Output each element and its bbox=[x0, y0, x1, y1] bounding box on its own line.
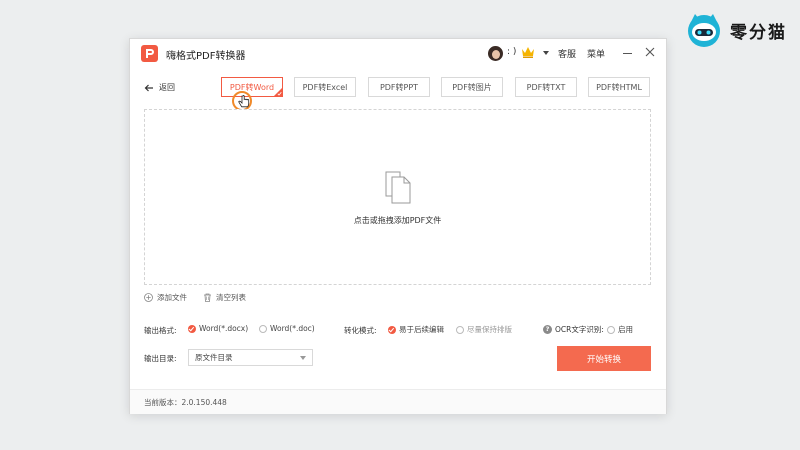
app-title: 嗨格式PDF转换器 bbox=[166, 51, 246, 62]
add-file-button[interactable]: 添加文件 bbox=[144, 292, 187, 303]
radio-checked-icon bbox=[388, 325, 396, 334]
help-icon[interactable]: ? bbox=[543, 325, 552, 334]
tab-label: PDF转Excel bbox=[302, 82, 348, 92]
radio-unchecked-icon bbox=[259, 324, 267, 333]
crown-icon[interactable] bbox=[521, 45, 535, 59]
radio-unchecked-icon bbox=[456, 325, 464, 334]
output-format-label: 输出格式: bbox=[144, 326, 177, 335]
version-text: 当前版本：2.0.150.448 bbox=[144, 398, 227, 407]
tab-label: PDF转TXT bbox=[526, 82, 566, 92]
close-button[interactable] bbox=[645, 47, 655, 57]
conversion-mode-label: 转化模式: bbox=[344, 326, 377, 335]
ocr-label: OCR文字识别: bbox=[555, 325, 604, 334]
ocr-label-group: ? OCR文字识别: bbox=[543, 324, 604, 335]
tab-label: PDF转PPT bbox=[379, 82, 419, 92]
add-file-label: 添加文件 bbox=[157, 293, 187, 302]
user-dropdown-icon[interactable] bbox=[543, 51, 549, 55]
arrow-left-icon bbox=[144, 84, 153, 91]
file-drop-zone[interactable]: 点击或拖拽添加PDF文件 bbox=[144, 109, 651, 285]
footer: 当前版本：2.0.150.448 bbox=[130, 389, 666, 414]
minimize-button[interactable] bbox=[623, 53, 632, 54]
user-avatar[interactable] bbox=[488, 46, 503, 61]
radio-unchecked-icon bbox=[607, 325, 615, 334]
tab-label: PDF转Word bbox=[229, 82, 275, 92]
mode-option-editable[interactable]: 易于后续编辑 bbox=[388, 324, 444, 335]
mode-option-label: 易于后续编辑 bbox=[399, 325, 444, 334]
back-button[interactable]: 返回 bbox=[144, 82, 175, 93]
format-option-doc[interactable]: Word(*.doc) bbox=[259, 324, 315, 333]
clear-list-button[interactable]: 清空列表 bbox=[203, 292, 246, 303]
back-label: 返回 bbox=[159, 83, 175, 92]
user-status: : ) bbox=[507, 47, 517, 57]
app-window: 嗨格式PDF转换器 : ) 客服 菜单 返回 PDF转Word PDF转Exce… bbox=[129, 38, 667, 414]
tab-pdf-to-excel[interactable]: PDF转Excel bbox=[294, 77, 356, 97]
tab-label: PDF转图片 bbox=[452, 82, 492, 92]
hand-cursor-icon bbox=[238, 95, 250, 108]
mode-option-keep-layout[interactable]: 尽量保持排版 bbox=[456, 324, 512, 335]
files-icon bbox=[385, 171, 411, 204]
menu-button[interactable]: 菜单 bbox=[587, 47, 605, 60]
tab-pdf-to-image[interactable]: PDF转图片 bbox=[441, 77, 503, 97]
cat-robot-icon bbox=[688, 14, 720, 47]
radio-checked-icon bbox=[188, 324, 196, 333]
output-dir-select[interactable]: 原文件目录 bbox=[188, 349, 313, 366]
check-icon bbox=[277, 91, 282, 96]
chevron-down-icon bbox=[300, 356, 306, 360]
trash-icon bbox=[204, 293, 211, 302]
tab-label: PDF转HTML bbox=[596, 82, 642, 92]
ocr-enable-label: 启用 bbox=[618, 325, 633, 334]
watermark: 零分猫 bbox=[686, 12, 787, 48]
customer-service-button[interactable]: 客服 bbox=[558, 47, 576, 60]
drop-zone-text: 点击或拖拽添加PDF文件 bbox=[353, 216, 442, 225]
output-dir-value: 原文件目录 bbox=[195, 353, 233, 362]
format-option-label: Word(*.doc) bbox=[270, 324, 315, 333]
mode-option-label: 尽量保持排版 bbox=[467, 325, 512, 334]
format-option-docx[interactable]: Word(*.docx) bbox=[188, 324, 248, 333]
clear-list-label: 清空列表 bbox=[216, 293, 246, 302]
output-dir-label: 输出目录: bbox=[144, 354, 177, 363]
start-convert-button[interactable]: 开始转换 bbox=[557, 346, 651, 371]
format-option-label: Word(*.docx) bbox=[199, 324, 249, 333]
tab-pdf-to-word[interactable]: PDF转Word bbox=[221, 77, 283, 97]
watermark-text: 零分猫 bbox=[730, 22, 787, 43]
app-logo-icon bbox=[141, 45, 158, 62]
title-bar: 嗨格式PDF转换器 : ) 客服 菜单 bbox=[130, 39, 666, 69]
tab-pdf-to-html[interactable]: PDF转HTML bbox=[588, 77, 650, 97]
tab-pdf-to-ppt[interactable]: PDF转PPT bbox=[368, 77, 430, 97]
plus-circle-icon bbox=[144, 293, 153, 302]
tab-pdf-to-txt[interactable]: PDF转TXT bbox=[515, 77, 577, 97]
ocr-enable-option[interactable]: 启用 bbox=[607, 324, 633, 335]
